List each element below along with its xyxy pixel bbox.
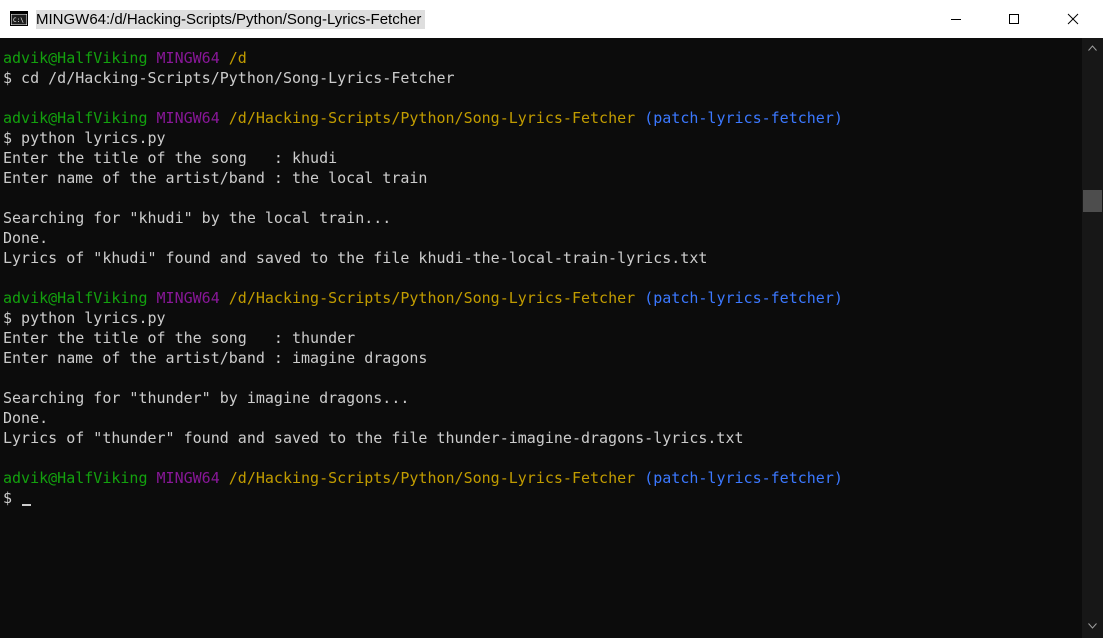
terminal-output[interactable]: advik@HalfViking MINGW64 /d $ cd /d/Hack… bbox=[0, 38, 1082, 638]
prompt-git-branch: (patch-lyrics-fetcher) bbox=[644, 469, 843, 487]
output-line: Enter the title of the song : khudi bbox=[3, 149, 338, 167]
window-title: MINGW64:/d/Hacking-Scripts/Python/Song-L… bbox=[36, 10, 426, 29]
output-line: Lyrics of "khudi" found and saved to the… bbox=[3, 249, 708, 267]
output-line: Searching for "thunder" by imagine drago… bbox=[3, 389, 410, 407]
output-line: Searching for "khudi" by the local train… bbox=[3, 209, 392, 227]
output-line: Enter name of the artist/band : the loca… bbox=[3, 169, 428, 187]
prompt-user-host: advik@HalfViking bbox=[3, 109, 148, 127]
console-app-icon[interactable]: C:\ bbox=[10, 11, 28, 26]
scroll-down-button[interactable] bbox=[1082, 618, 1103, 634]
output-line: Done. bbox=[3, 229, 49, 247]
command-line: $ cd /d/Hacking-Scripts/Python/Song-Lyri… bbox=[3, 69, 455, 87]
prompt-system: MINGW64 bbox=[156, 289, 220, 307]
prompt-git-branch: (patch-lyrics-fetcher) bbox=[644, 289, 843, 307]
maximize-button[interactable] bbox=[985, 0, 1043, 38]
scroll-up-button[interactable] bbox=[1082, 40, 1103, 56]
prompt-system: MINGW64 bbox=[156, 49, 220, 67]
input-line[interactable]: $ bbox=[3, 488, 32, 508]
command-line: $ python lyrics.py bbox=[3, 129, 166, 147]
output-line: Enter name of the artist/band : imagine … bbox=[3, 349, 428, 367]
vertical-scrollbar[interactable] bbox=[1082, 38, 1103, 638]
prompt-path: /d/Hacking-Scripts/Python/Song-Lyrics-Fe… bbox=[228, 469, 636, 487]
title-bar[interactable]: C:\ MINGW64:/d/Hacking-Scripts/Python/So… bbox=[0, 0, 1103, 38]
output-line: Done. bbox=[3, 409, 49, 427]
prompt-path: /d/Hacking-Scripts/Python/Song-Lyrics-Fe… bbox=[228, 289, 636, 307]
prompt-user-host: advik@HalfViking bbox=[3, 469, 148, 487]
scroll-up-arrow-icon bbox=[1088, 45, 1097, 51]
scrollbar-thumb[interactable] bbox=[1083, 190, 1102, 212]
prompt-user-host: advik@HalfViking bbox=[3, 289, 148, 307]
text-cursor bbox=[22, 504, 32, 506]
terminal-window: C:\ MINGW64:/d/Hacking-Scripts/Python/So… bbox=[0, 0, 1103, 638]
maximize-icon bbox=[1009, 14, 1019, 24]
minimize-icon bbox=[951, 19, 961, 20]
prompt-line: advik@HalfViking MINGW64 /d/Hacking-Scri… bbox=[3, 108, 843, 128]
prompt-line: advik@HalfViking MINGW64 /d/Hacking-Scri… bbox=[3, 468, 843, 488]
prompt-path: /d bbox=[228, 49, 247, 67]
current-input[interactable]: $ bbox=[3, 489, 21, 507]
svg-text:C:\: C:\ bbox=[13, 17, 24, 24]
command-line: $ python lyrics.py bbox=[3, 309, 166, 327]
prompt-git-branch: (patch-lyrics-fetcher) bbox=[644, 109, 843, 127]
close-icon bbox=[1067, 13, 1079, 25]
prompt-system: MINGW64 bbox=[156, 469, 220, 487]
output-line: Lyrics of "thunder" found and saved to t… bbox=[3, 429, 744, 447]
prompt-system: MINGW64 bbox=[156, 109, 220, 127]
prompt-line: advik@HalfViking MINGW64 /d bbox=[3, 48, 247, 68]
output-line: Enter the title of the song : thunder bbox=[3, 329, 356, 347]
prompt-path: /d/Hacking-Scripts/Python/Song-Lyrics-Fe… bbox=[228, 109, 636, 127]
minimize-button[interactable] bbox=[927, 0, 985, 38]
prompt-user-host: advik@HalfViking bbox=[3, 49, 148, 67]
close-button[interactable] bbox=[1043, 0, 1103, 38]
scroll-down-arrow-icon bbox=[1088, 623, 1097, 629]
prompt-line: advik@HalfViking MINGW64 /d/Hacking-Scri… bbox=[3, 288, 843, 308]
